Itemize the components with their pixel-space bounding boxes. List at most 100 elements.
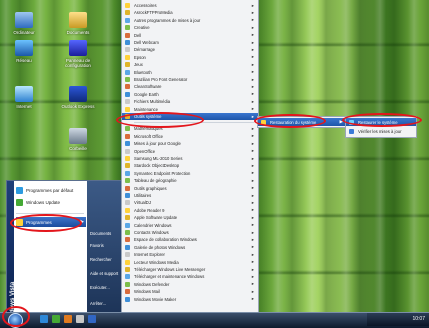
quick-launch-icon[interactable] — [52, 315, 60, 323]
chevron-right-icon: ▸ — [251, 98, 254, 104]
desktop-icon[interactable]: Documents — [58, 12, 98, 35]
program-item[interactable]: Télécharger et maintenance Windows ▸ — [122, 273, 258, 280]
control-panel-icon — [69, 40, 87, 56]
folder-icon — [125, 106, 130, 112]
folder-icon — [125, 47, 130, 53]
program-item[interactable]: Calendrier Windows ▸ — [122, 222, 258, 229]
program-item-label: Calendrier Windows — [134, 222, 172, 228]
program-item[interactable]: Symantec Endpoint Protection ▸ — [122, 170, 258, 177]
desktop-icon[interactable]: Panneau de configuration — [58, 40, 98, 68]
desktop-icon[interactable]: Corbeille — [58, 128, 98, 151]
program-item-label: Espace de collaboration Windows — [134, 237, 197, 243]
chevron-right-icon: ▸ — [251, 106, 254, 112]
program-item[interactable]: Apple Software Update ▸ — [122, 214, 258, 221]
chevron-right-icon: ▸ — [251, 207, 254, 213]
program-item[interactable]: Galerie de photos Windows ▸ — [122, 244, 258, 251]
start-right-item[interactable]: Documents — [90, 231, 122, 236]
program-item[interactable]: Creative ▸ — [122, 24, 258, 31]
program-item[interactable]: AsrockFTPProMedia ▸ — [122, 9, 258, 16]
program-item[interactable]: Adobe Reader 9 ▸ — [122, 207, 258, 214]
program-item-label: OpenOffice — [134, 148, 156, 154]
chevron-right-icon: ▸ — [251, 222, 254, 228]
update-icon — [349, 128, 354, 134]
chevron-right-icon: ▸ — [251, 155, 254, 161]
chevron-right-icon: ▸ — [251, 162, 254, 168]
submenu-item-label: Vérifier les mises à jour — [358, 128, 402, 134]
quick-launch-icon[interactable] — [64, 315, 72, 323]
program-item[interactable]: Windows Movie Maker ▸ — [122, 296, 258, 303]
program-item-label: Jeux — [134, 62, 143, 68]
program-item[interactable]: Espace de collaboration Windows ▸ — [122, 236, 258, 243]
chevron-right-icon: ▸ — [251, 170, 254, 176]
chevron-right-icon: ▸ — [251, 113, 254, 119]
desktop-icon[interactable]: Réseau — [4, 40, 44, 63]
program-item[interactable]: Lecteur Windows Media ▸ — [122, 259, 258, 266]
program-item[interactable]: Autres programmes de mises à jour ▸ — [122, 17, 258, 24]
program-item[interactable]: Maintenance ▸ — [122, 106, 258, 113]
program-item[interactable]: Brazilian Pro Font Generator ▸ — [122, 76, 258, 83]
program-item-label: Maintenance — [134, 106, 158, 112]
program-item[interactable]: Mises à jour pour Google ▸ — [122, 140, 258, 147]
start-item-windows-update[interactable]: Windows Update — [16, 197, 86, 207]
program-item-label: Microsoft Office — [134, 133, 164, 139]
program-item[interactable]: Télécharger Windows Live Messenger ▸ — [122, 266, 258, 273]
folder-icon — [125, 281, 130, 287]
program-item[interactable]: CleanSoftware ▸ — [122, 83, 258, 90]
program-item-label: Fichiers Multimédia — [134, 99, 171, 105]
folder-icon — [125, 296, 130, 302]
program-item[interactable]: Google Earth ▸ — [122, 91, 258, 98]
program-item[interactable]: Microsoft Office ▸ — [122, 133, 258, 140]
program-item-label: Stardock ObjectDesktop — [134, 163, 180, 169]
default-programs-icon — [16, 186, 23, 194]
quick-launch-icon[interactable] — [88, 315, 96, 323]
submenu-item-check-updates[interactable]: Vérifier les mises à jour — [346, 127, 416, 135]
program-item[interactable]: Tableau de géographie ▸ — [122, 177, 258, 184]
program-item-label: Dell — [134, 32, 142, 38]
program-item[interactable]: Internet Explorer ▸ — [122, 251, 258, 258]
start-item-default-programs[interactable]: Programmes par défaut — [16, 185, 86, 195]
program-item-label: Samsung ML-2010 Series — [134, 156, 183, 161]
start-right-item[interactable]: Exécuter... — [90, 285, 122, 290]
program-item[interactable]: Démarrage ▸ — [122, 46, 258, 53]
program-item[interactable]: Dell ▸ — [122, 32, 258, 39]
desktop-icon[interactable]: Internet — [4, 86, 44, 109]
program-item[interactable]: Bluetooth ▸ — [122, 69, 258, 76]
program-item[interactable]: Outils graphiques ▸ — [122, 185, 258, 192]
folder-icon — [125, 25, 130, 31]
chevron-right-icon: ▸ — [251, 2, 254, 8]
program-item[interactable]: Accessoires ▸ — [122, 2, 258, 9]
program-item[interactable]: OpenOffice ▸ — [122, 148, 258, 155]
chevron-right-icon: ▸ — [251, 281, 254, 287]
program-item[interactable]: Windows Defender ▸ — [122, 281, 258, 288]
start-right-item[interactable]: Favoris — [90, 243, 122, 248]
program-item[interactable]: Epson ▸ — [122, 54, 258, 61]
desktop-icon-label: Réseau — [16, 58, 32, 63]
chevron-right-icon: ▸ — [251, 199, 254, 205]
highlight-system-tools — [116, 112, 204, 128]
folder-icon — [69, 12, 87, 28]
internet-icon — [15, 86, 33, 102]
program-item[interactable]: VirtualDJ ▸ — [122, 199, 258, 206]
quick-launch-icon[interactable] — [76, 315, 84, 323]
folder-icon — [125, 230, 130, 235]
start-right-item[interactable]: Arrêter... — [90, 301, 122, 306]
program-item[interactable]: Windows Mail ▸ — [122, 288, 258, 295]
program-item[interactable]: Fichiers Multimédia ▸ — [122, 98, 258, 105]
program-item[interactable]: Stardock ObjectDesktop ▸ — [122, 162, 258, 169]
desktop-icon-label: Ordinateur — [13, 30, 35, 35]
program-item[interactable]: Utilitaires ▸ — [122, 192, 258, 199]
program-item[interactable]: Jeux ▸ — [122, 61, 258, 68]
quick-launch-icon[interactable] — [40, 315, 48, 323]
desktop-icon[interactable]: Outlook Express — [58, 86, 98, 109]
start-right-item[interactable]: Rechercher — [90, 257, 122, 262]
start-right-item[interactable]: Aide et support — [90, 271, 122, 276]
program-item[interactable]: Contacts Windows ▸ — [122, 229, 258, 236]
program-item-label: Outils graphiques — [134, 185, 167, 191]
folder-icon — [125, 40, 130, 45]
program-item-label: Bluetooth — [134, 69, 152, 75]
chevron-right-icon: ▸ — [251, 83, 254, 89]
program-item[interactable]: Samsung ML-2010 Series ▸ — [122, 155, 258, 162]
program-item[interactable]: Dell Webcam ▸ — [122, 39, 258, 46]
program-item-label: Télécharger et maintenance Windows — [134, 274, 205, 280]
desktop-icon[interactable]: Ordinateur — [4, 12, 44, 35]
